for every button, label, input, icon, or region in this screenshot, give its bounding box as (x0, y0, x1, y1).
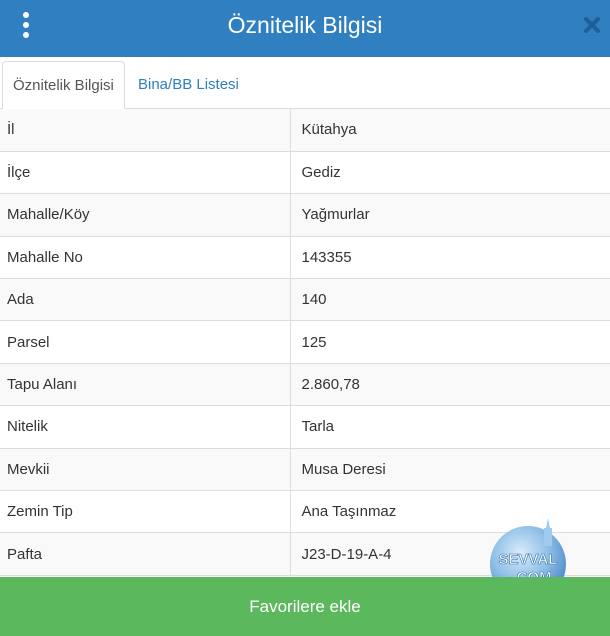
table-row: Zemin Tip Ana Taşınmaz (0, 490, 610, 533)
table-row: Mevkii Musa Deresi (0, 448, 610, 491)
attribute-value: J23-D-19-A-4 (301, 545, 392, 563)
table-row: Mahalle No 143355 (0, 236, 610, 279)
tab-bina-bb-listesi[interactable]: Bina/BB Listesi (128, 61, 249, 109)
attribute-value: Ana Taşınmaz (301, 503, 397, 521)
attribute-key: Tapu Alanı (0, 363, 291, 406)
attribute-value: Tarla (301, 418, 335, 436)
attribute-key: Ada (0, 278, 291, 321)
table-row: Nitelik Tarla (0, 405, 610, 449)
page-title: Öznitelik Bilgisi (227, 12, 383, 38)
attribute-key: Zemin Tip (0, 490, 291, 533)
attribute-value: Gediz (301, 164, 341, 182)
attribute-key: Mahalle No (0, 236, 291, 279)
close-icon[interactable] (582, 15, 602, 35)
attribute-value: Yağmurlar (301, 206, 370, 224)
table-row: İlçe Gediz (0, 151, 610, 194)
attribute-key: Pafta (0, 532, 291, 576)
table-row: Tapu Alanı 2.860,78 (0, 363, 610, 406)
attribute-value: 2.860,78 (301, 376, 360, 394)
table-row: Parsel 125 (0, 320, 610, 364)
table-row: İl Kütahya (0, 109, 610, 152)
attribute-value: 125 (301, 333, 327, 351)
table-row: Pafta J23-D-19-A-4 (0, 532, 610, 576)
attribute-key: Mahalle/Köy (0, 193, 291, 237)
attribute-value: 143355 (301, 248, 352, 266)
table-row: Ada 140 (0, 278, 610, 321)
attribute-key: Mevkii (0, 448, 291, 491)
header-bar: Öznitelik Bilgisi (0, 0, 610, 57)
tab-oznitelik-bilgisi[interactable]: Öznitelik Bilgisi (2, 61, 125, 109)
attribute-key: Parsel (0, 320, 291, 364)
table-row: Mahalle/Köy Yağmurlar (0, 193, 610, 237)
attribute-key: İlçe (0, 151, 291, 194)
attribute-value: 140 (301, 291, 327, 309)
tab-bar: Öznitelik Bilgisi Bina/BB Listesi (0, 57, 610, 109)
attribute-table: İl Kütahya İlçe Gediz Mahalle/Köy Yağmurlar… (0, 109, 610, 576)
attribute-key: İl (0, 109, 291, 152)
add-to-favorites-button[interactable]: Favorilere ekle (0, 577, 610, 636)
attribute-key: Nitelik (0, 405, 291, 449)
attribute-value: Musa Deresi (301, 460, 386, 478)
attribute-value: Kütahya (301, 121, 357, 139)
